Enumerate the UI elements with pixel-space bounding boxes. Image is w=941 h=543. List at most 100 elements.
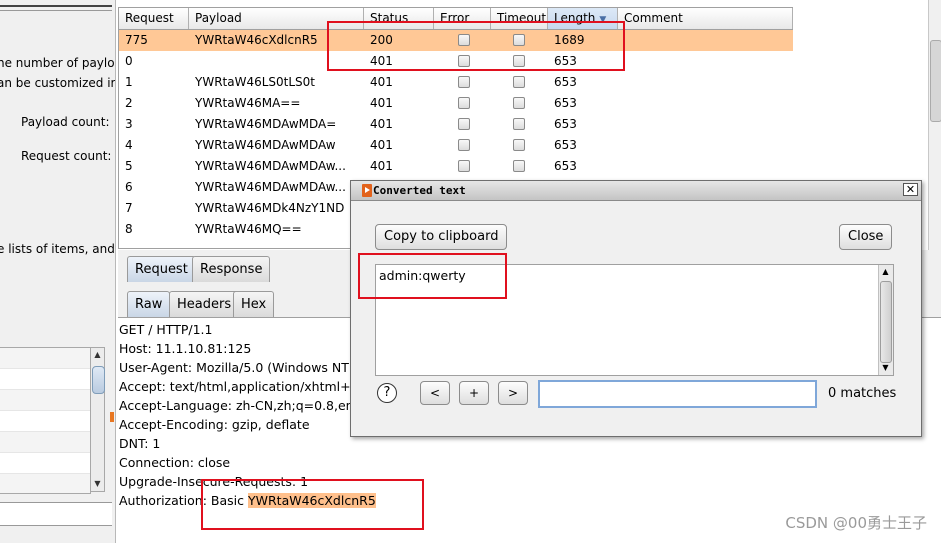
cell-status: 401 xyxy=(370,159,393,173)
search-input[interactable] xyxy=(538,380,817,408)
cell-request: 3 xyxy=(125,117,133,131)
list-item[interactable] xyxy=(0,474,90,493)
search-previous-button[interactable]: < xyxy=(420,381,450,405)
table-row[interactable]: 1 YWRtaW46LS0tLS0t 401 653 xyxy=(119,72,793,93)
cell-payload: YWRtaW46MA== xyxy=(195,96,301,110)
scroll-thumb[interactable] xyxy=(92,366,105,394)
left-input-field[interactable] xyxy=(0,502,112,526)
cell-payload: YWRtaW46MDAwMDAw... xyxy=(195,159,346,173)
cell-request: 4 xyxy=(125,138,133,152)
cell-payload: YWRtaW46MDk4NzY1ND xyxy=(195,201,345,215)
close-button[interactable]: Close xyxy=(839,224,893,250)
column-header-comment[interactable]: Comment xyxy=(618,8,793,29)
error-checkbox[interactable] xyxy=(458,76,470,88)
cell-status: 401 xyxy=(370,96,393,110)
request-count-label: Request count: xyxy=(21,149,112,163)
dialog-titlebar[interactable]: Converted text ✕ xyxy=(351,181,921,201)
search-match-count: 0 matches xyxy=(828,386,897,401)
cell-request: 5 xyxy=(125,159,133,173)
list-item[interactable] xyxy=(0,369,90,390)
search-add-button[interactable]: + xyxy=(459,381,489,405)
cell-request: 8 xyxy=(125,222,133,236)
results-scrollbar[interactable] xyxy=(928,0,941,250)
tab-headers[interactable]: Headers xyxy=(169,291,240,317)
column-header-request[interactable]: Request xyxy=(119,8,189,29)
splitter-marker-icon[interactable] xyxy=(110,412,114,422)
annotation-box-auth-header xyxy=(201,479,424,530)
list-item[interactable] xyxy=(0,348,90,369)
cell-payload: YWRtaW46MDAwMDAw... xyxy=(195,180,346,194)
cell-status: 401 xyxy=(370,117,393,131)
cell-payload: YWRtaW46MDAwMDA= xyxy=(195,117,337,131)
search-next-button[interactable]: > xyxy=(498,381,528,405)
timeout-checkbox[interactable] xyxy=(513,118,525,130)
list-item[interactable] xyxy=(0,432,90,453)
annotation-box-decoded-text xyxy=(358,253,507,299)
cell-length: 653 xyxy=(554,138,577,152)
converted-text-dialog: Converted text ✕ Copy to clipboard Close… xyxy=(350,180,922,437)
cell-request: 775 xyxy=(125,33,148,47)
payload-list-scrollbar[interactable]: ▲ ▼ xyxy=(90,347,105,492)
cell-request: 2 xyxy=(125,96,133,110)
tab-response[interactable]: Response xyxy=(192,256,271,282)
request-header-connection: Connection: close xyxy=(119,455,231,470)
cell-status: 401 xyxy=(370,138,393,152)
timeout-checkbox[interactable] xyxy=(513,160,525,172)
payload-list[interactable] xyxy=(0,347,91,494)
cell-request: 7 xyxy=(125,201,133,215)
table-row[interactable]: 2 YWRtaW46MA== 401 653 xyxy=(119,93,793,114)
cell-length: 653 xyxy=(554,117,577,131)
left-desc-line-3: e lists of items, and xyxy=(0,242,115,256)
cell-request: 0 xyxy=(125,54,133,68)
list-item[interactable] xyxy=(0,390,90,411)
left-desc-line-2: an be customized ir xyxy=(0,76,116,90)
error-checkbox[interactable] xyxy=(458,160,470,172)
table-row[interactable]: 3 YWRtaW46MDAwMDA= 401 653 xyxy=(119,114,793,135)
cell-payload: YWRtaW46MQ== xyxy=(195,222,302,236)
cell-request: 1 xyxy=(125,75,133,89)
scroll-down-icon[interactable]: ▼ xyxy=(879,361,892,375)
table-row[interactable]: 5 YWRtaW46MDAwMDAw... 401 653 xyxy=(119,156,793,177)
cell-payload: YWRtaW46LS0tLS0t xyxy=(195,75,316,89)
converted-text-scrollbar[interactable]: ▲ ▼ xyxy=(878,265,893,375)
list-item[interactable] xyxy=(0,453,90,474)
request-header-host: Host: 11.1.10.81:125 xyxy=(119,341,252,356)
error-checkbox[interactable] xyxy=(458,118,470,130)
scroll-up-icon[interactable]: ▲ xyxy=(879,265,892,279)
left-desc-line-1: he number of paylo xyxy=(0,56,115,70)
error-checkbox[interactable] xyxy=(458,139,470,151)
scroll-thumb[interactable] xyxy=(930,40,941,122)
error-checkbox[interactable] xyxy=(458,97,470,109)
left-options-panel: he number of paylo an be customized ir P… xyxy=(0,0,116,543)
scroll-up-icon[interactable]: ▲ xyxy=(91,348,104,362)
list-item[interactable] xyxy=(0,411,90,432)
scroll-thumb[interactable] xyxy=(880,281,892,363)
timeout-checkbox[interactable] xyxy=(513,97,525,109)
cell-request: 6 xyxy=(125,180,133,194)
cell-payload: YWRtaW46MDAwMDAw xyxy=(195,138,336,152)
request-header-accept-encoding: Accept-Encoding: gzip, deflate xyxy=(119,417,310,432)
cell-length: 653 xyxy=(554,96,577,110)
scroll-down-icon[interactable]: ▼ xyxy=(91,477,104,491)
burp-logo-icon xyxy=(362,184,372,197)
copy-to-clipboard-button[interactable]: Copy to clipboard xyxy=(375,224,508,250)
request-header-accept: Accept: text/html,application/xhtml+xm xyxy=(119,379,371,394)
request-header-user-agent: User-Agent: Mozilla/5.0 (Windows NT 6 xyxy=(119,360,361,375)
dialog-title: Converted text xyxy=(373,184,466,197)
left-divider-thin xyxy=(0,10,112,11)
cell-status: 401 xyxy=(370,75,393,89)
tab-raw[interactable]: Raw xyxy=(127,291,171,317)
watermark: CSDN @00勇士王子 xyxy=(785,514,927,532)
tab-request[interactable]: Request xyxy=(127,256,196,282)
tab-hex[interactable]: Hex xyxy=(233,291,275,317)
timeout-checkbox[interactable] xyxy=(513,139,525,151)
help-icon[interactable]: ? xyxy=(377,383,397,403)
cell-length: 653 xyxy=(554,159,577,173)
request-line: GET / HTTP/1.1 xyxy=(119,322,213,337)
timeout-checkbox[interactable] xyxy=(513,76,525,88)
table-row[interactable]: 4 YWRtaW46MDAwMDAw 401 653 xyxy=(119,135,793,156)
cell-length: 653 xyxy=(554,75,577,89)
payload-count-label: Payload count: xyxy=(21,115,110,129)
dialog-close-icon[interactable]: ✕ xyxy=(903,183,918,196)
request-header-dnt: DNT: 1 xyxy=(119,436,161,451)
